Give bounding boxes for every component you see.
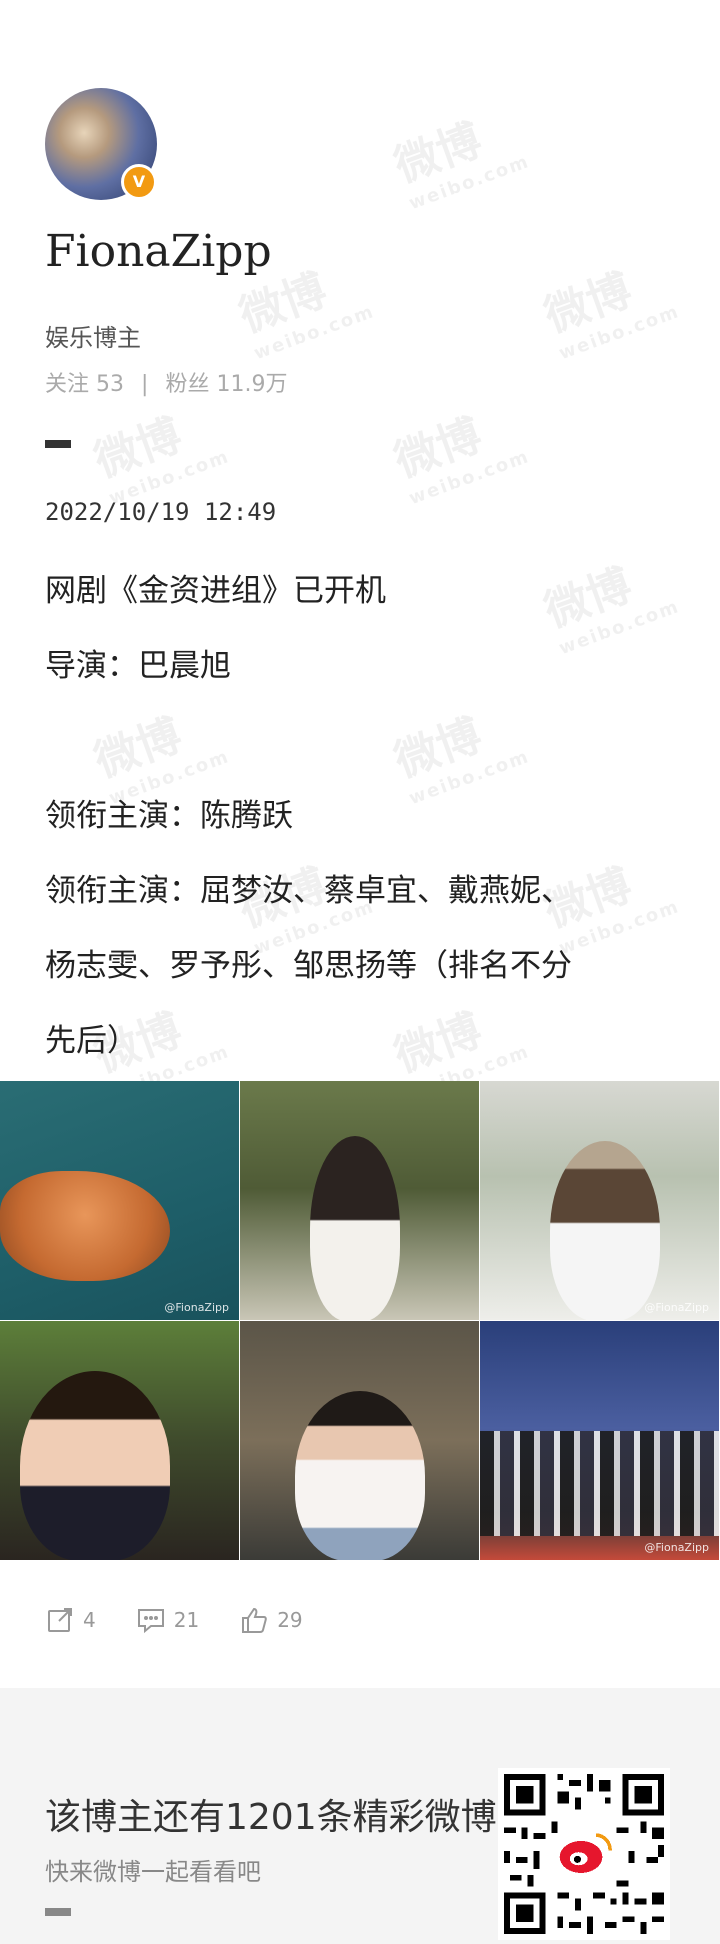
weibo-watermark: 微博 weibo.com — [538, 264, 683, 365]
avatar[interactable]: V — [45, 88, 157, 200]
person-silhouette-icon — [310, 1136, 400, 1320]
post-text-line: 先后） — [45, 1023, 138, 1059]
post-timestamp: 2022/10/19 12:49 — [45, 498, 277, 526]
followers-label: 粉丝 — [165, 372, 210, 397]
following-label: 关注 — [45, 372, 90, 397]
repost-icon — [48, 1608, 72, 1632]
like-button[interactable]: 29 — [239, 1605, 303, 1635]
footer-divider — [45, 1908, 71, 1916]
weibo-watermark: 微博 weibo.com — [538, 559, 683, 660]
username[interactable]: FionaZipp — [45, 226, 272, 277]
person-silhouette-icon — [295, 1391, 425, 1560]
weibo-watermark: 微博 weibo.com — [388, 709, 533, 810]
like-count: 29 — [277, 1608, 303, 1632]
weibo-watermark: 微博 weibo.com — [388, 409, 533, 510]
weibo-watermark: 微博 weibo.com — [88, 409, 233, 510]
post-image-actress[interactable] — [240, 1321, 480, 1561]
post-text-line: 杨志雯、罗予彤、邹思扬等（排名不分 — [45, 948, 572, 984]
thumbs-up-icon — [242, 1607, 267, 1633]
post-image-poster[interactable]: @FionaZipp — [0, 1081, 240, 1321]
qr-code[interactable] — [498, 1768, 670, 1940]
user-stats: 关注 53 | 粉丝 11.9万 — [45, 366, 287, 398]
post-text-line: 领衔主演：陈腾跃 — [45, 798, 293, 834]
post-image-actress[interactable] — [0, 1321, 240, 1561]
qr-code-icon — [498, 1768, 670, 1940]
comment-count: 21 — [173, 1608, 200, 1632]
weibo-watermark: 微博 weibo.com — [388, 114, 533, 215]
footer-title: 该博主还有1201条精彩微博 — [45, 1797, 497, 1838]
image-watermark: @FionaZipp — [164, 1301, 229, 1314]
user-type-label: 娱乐博主 — [45, 324, 141, 352]
action-bar: 4 21 29 — [45, 1605, 303, 1635]
image-watermark: @FionaZipp — [644, 1301, 709, 1314]
post-text-line: 导演：巴晨旭 — [45, 648, 231, 684]
comment-icon — [137, 1609, 164, 1634]
following-count[interactable]: 53 — [96, 372, 124, 397]
post-image-actress[interactable]: @FionaZipp — [480, 1081, 720, 1321]
repost-count: 4 — [83, 1608, 96, 1632]
repost-button[interactable]: 4 — [45, 1605, 96, 1635]
group-people-icon — [480, 1431, 719, 1536]
post-text-line: 领衔主演：屈梦汝、蔡卓宜、戴燕妮、 — [45, 873, 572, 909]
image-watermark: @FionaZipp — [644, 1541, 709, 1554]
footer-subtitle: 快来微博一起看看吧 — [45, 1858, 261, 1886]
footer-banner[interactable]: 该博主还有1201条精彩微博 快来微博一起看看吧 — [0, 1688, 720, 1944]
post-image-group[interactable]: @FionaZipp — [480, 1321, 720, 1561]
followers-count[interactable]: 11.9万 — [216, 372, 287, 397]
verified-badge-icon: V — [121, 164, 157, 200]
gold-coins-icon — [0, 1171, 170, 1281]
post-text-line: 网剧《金资进组》已开机 — [45, 573, 386, 609]
comment-button[interactable]: 21 — [136, 1605, 199, 1635]
stats-separator: | — [141, 372, 149, 397]
section-divider — [45, 440, 71, 448]
post-image-grid: @FionaZipp @FionaZipp @FionaZipp — [0, 1081, 720, 1561]
person-silhouette-icon — [550, 1141, 660, 1320]
post-image-actress[interactable] — [240, 1081, 480, 1321]
person-silhouette-icon — [20, 1371, 170, 1560]
